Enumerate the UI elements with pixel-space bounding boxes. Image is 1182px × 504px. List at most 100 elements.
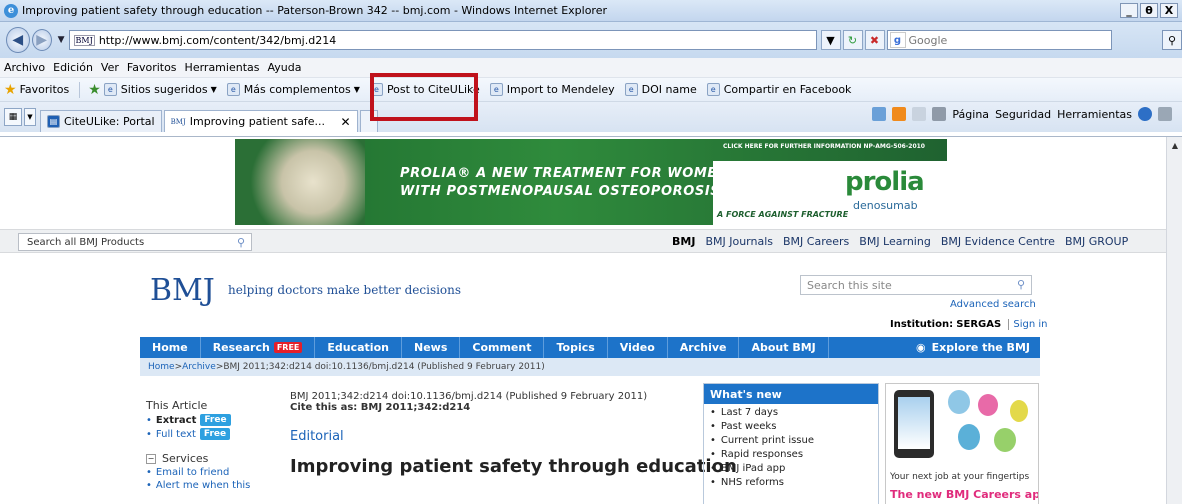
quick-tabs-icon[interactable]: ▦ [4, 108, 22, 126]
help-icon[interactable] [1138, 107, 1152, 121]
url-dropdown-icon[interactable]: ▼ [820, 30, 841, 50]
nav-news[interactable]: News [402, 337, 461, 358]
portal-link-careers[interactable]: BMJ Careers [783, 235, 849, 248]
ie-page-icon: e [103, 83, 117, 96]
menu-favoritos[interactable]: Favoritos [127, 61, 177, 74]
nav-comment[interactable]: Comment [460, 337, 545, 358]
bmj-careers-ad[interactable]: Your next job at your fingertips The new… [885, 383, 1039, 504]
search-all-bmj-input[interactable]: Search all BMJ Products ⚲ [18, 233, 252, 251]
minimize-button[interactable]: _ [1120, 3, 1138, 18]
menu-edicion[interactable]: Edición [53, 61, 93, 74]
nav-research[interactable]: Research FREE [201, 337, 316, 358]
services-toggle[interactable]: − Services [146, 452, 276, 465]
favorites-button[interactable]: ★ Favoritos [4, 82, 69, 98]
refresh-icon[interactable]: ↻ [842, 30, 863, 50]
fav-compartir-facebook[interactable]: e Compartir en Facebook [706, 83, 851, 96]
menu-ver[interactable]: Ver [101, 61, 119, 74]
rss-feed-icon[interactable] [892, 107, 907, 121]
extract-link[interactable]: Extract Free [146, 414, 276, 426]
this-article-heading: This Article [146, 399, 208, 412]
whats-new-item[interactable]: Current print issue [704, 435, 878, 446]
portal-link-bmj[interactable]: BMJ [672, 235, 695, 248]
fav-sitios-sugeridos[interactable]: ★ e Sitios sugeridos ▼ [88, 82, 217, 98]
portal-link-journals[interactable]: BMJ Journals [705, 235, 773, 248]
ie-page-icon: e [226, 83, 240, 96]
alert-me-link[interactable]: Alert me when this [146, 480, 276, 491]
back-button[interactable]: ◀ [6, 27, 30, 53]
article-cite-as: Cite this as: BMJ 2011;342:d214 [290, 402, 471, 413]
tools-menu[interactable]: Herramientas [1057, 108, 1132, 121]
stop-icon[interactable]: ✖ [864, 30, 885, 50]
portal-links: BMJ BMJ Journals BMJ Careers BMJ Learnin… [672, 235, 1128, 248]
whats-new-item[interactable]: NHS reforms [704, 477, 878, 488]
banner-click-here: CLICK HERE FOR FURTHER INFORMATION NP-AM… [723, 143, 925, 150]
forward-button[interactable]: ▶ [31, 29, 52, 51]
nav-video[interactable]: Video [608, 337, 668, 358]
site-search-input[interactable]: Search this site ⚲ [800, 275, 1032, 295]
close-button[interactable]: X [1160, 3, 1178, 18]
bmj-logo[interactable]: BMJ [150, 273, 215, 308]
collapse-icon[interactable]: − [146, 453, 156, 464]
breadcrumb-home[interactable]: Home [148, 362, 175, 372]
favbar-separator [79, 81, 81, 98]
security-menu[interactable]: Seguridad [995, 108, 1051, 121]
portal-link-learning[interactable]: BMJ Learning [859, 235, 931, 248]
whats-new-item[interactable]: Past weeks [704, 421, 878, 432]
breadcrumb-archive[interactable]: Archive [182, 362, 216, 372]
banner-headline: PROLIA® A NEW TREATMENT FOR WOMEN WITH P… [400, 165, 728, 201]
maximize-button[interactable]: θ [1140, 3, 1158, 18]
site-search-placeholder: Search this site [807, 278, 892, 292]
url-input[interactable]: BMJ http://www.bmj.com/content/342/bmj.d… [68, 30, 817, 50]
nav-education[interactable]: Education [315, 337, 402, 358]
search-icon[interactable]: ⚲ [1017, 278, 1025, 291]
phone-image [894, 390, 934, 458]
nav-archive[interactable]: Archive [668, 337, 740, 358]
citeulike-favicon-icon: ▤ [47, 115, 60, 128]
tab-close-icon[interactable]: ✕ [341, 115, 351, 129]
email-friend-link[interactable]: Email to friend [146, 467, 276, 478]
fav-doi-name[interactable]: e DOI name [624, 83, 697, 96]
eye-icon: ◉ [916, 341, 926, 354]
page-menu[interactable]: Página [952, 108, 989, 121]
portal-strip: Search all BMJ Products ⚲ BMJ BMJ Journa… [0, 229, 1166, 253]
article-section[interactable]: Editorial [290, 429, 700, 444]
menu-ayuda[interactable]: Ayuda [267, 61, 301, 74]
history-dropdown-icon[interactable]: ▼ [58, 35, 65, 45]
print-icon[interactable] [932, 107, 947, 121]
vertical-scrollbar[interactable]: ▲ [1166, 137, 1182, 504]
fav-import-to-mendeley[interactable]: e Import to Mendeley [489, 83, 615, 96]
explore-the-bmj-button[interactable]: ◉ Explore the BMJ [904, 337, 1040, 358]
fav-mas-complementos[interactable]: e Más complementos ▼ [226, 83, 360, 96]
scroll-up-icon[interactable]: ▲ [1167, 137, 1182, 153]
portal-link-evidence-centre[interactable]: BMJ Evidence Centre [941, 235, 1055, 248]
menu-archivo[interactable]: Archivo [4, 61, 45, 74]
portal-link-bmj-group[interactable]: BMJ GROUP [1065, 235, 1128, 248]
read-mail-icon[interactable] [912, 107, 927, 121]
institution-name: SERGAS [956, 319, 1002, 330]
command-bar: Página Seguridad Herramientas [872, 107, 1172, 121]
sign-in-link[interactable]: Sign in [1008, 319, 1048, 330]
tab-improving-patient-safety[interactable]: BMJ Improving patient safe... ✕ [163, 110, 358, 132]
tab-citeulike-portal[interactable]: ▤ CiteULike: Portal [40, 110, 162, 132]
nav-topics[interactable]: Topics [544, 337, 608, 358]
google-search-input[interactable]: g Google [886, 30, 1112, 50]
prolia-generic: denosumab [853, 199, 918, 212]
institution-info: Institution: SERGAS Sign in [890, 319, 1048, 330]
search-go-icon[interactable]: ⚲ [1162, 30, 1182, 50]
search-icon[interactable]: ⚲ [237, 236, 245, 249]
menu-herramientas[interactable]: Herramientas [185, 61, 260, 74]
site-favicon-icon: BMJ [73, 34, 95, 46]
whats-new-item[interactable]: Last 7 days [704, 407, 878, 418]
advanced-search-link[interactable]: Advanced search [950, 299, 1036, 310]
nav-about-bmj[interactable]: About BMJ [739, 337, 829, 358]
bmj-favicon-icon: BMJ [170, 117, 186, 126]
tab-list-dropdown-icon[interactable]: ▼ [24, 108, 36, 126]
whats-new-item[interactable]: Rapid responses [704, 449, 878, 460]
institution-label: Institution: [890, 319, 954, 330]
whats-new-item[interactable]: BMJ iPad app [704, 463, 878, 474]
fulltext-link[interactable]: Full text Free [146, 428, 276, 440]
research-icon[interactable] [1158, 107, 1172, 121]
home-icon[interactable] [872, 107, 887, 121]
prolia-banner-ad[interactable]: CLICK HERE FOR FURTHER INFORMATION NP-AM… [235, 139, 947, 225]
nav-home[interactable]: Home [140, 337, 201, 358]
